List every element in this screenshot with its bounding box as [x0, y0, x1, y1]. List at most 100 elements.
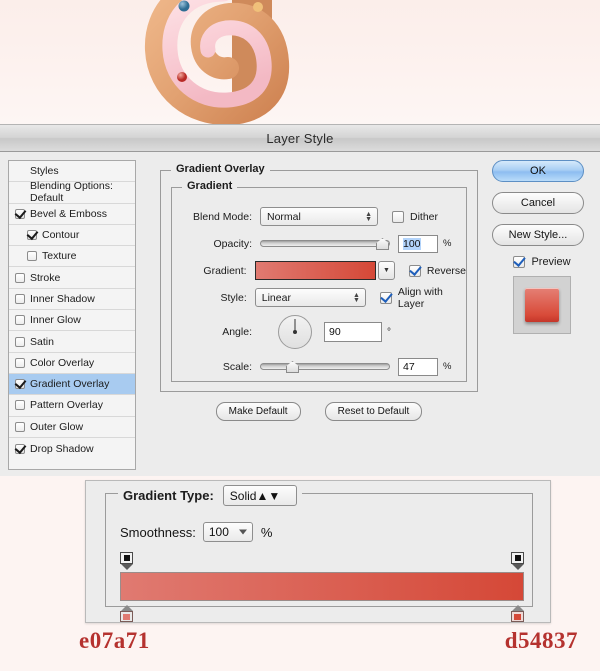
blend-mode-select[interactable]: Normal ▲ ▼ — [260, 207, 378, 226]
angle-dial[interactable] — [278, 315, 312, 349]
sidebar-item-contour[interactable]: Contour — [9, 225, 135, 247]
checkbox-icon[interactable] — [513, 256, 526, 268]
gradient-swatch[interactable] — [254, 261, 376, 280]
checkbox-icon[interactable] — [27, 230, 37, 241]
sidebar-item-label: Satin — [30, 335, 54, 348]
ok-button[interactable]: OK — [492, 160, 584, 182]
style-select[interactable]: Linear ▲ ▼ — [254, 288, 366, 307]
gradient-type-label: Gradient Type: — [123, 488, 214, 503]
reverse-checkbox-row[interactable]: Reverse — [408, 264, 466, 277]
sidebar-item-drop-shadow[interactable]: Drop Shadow — [9, 438, 135, 459]
style-label: Style: — [220, 291, 247, 304]
sidebar-item-pattern-overlay[interactable]: Pattern Overlay — [9, 395, 135, 417]
reverse-label: Reverse — [426, 264, 466, 277]
checkbox-icon[interactable] — [15, 357, 25, 368]
gradient-type-select[interactable]: Solid ▲▼ — [222, 485, 297, 506]
sidebar-item-label: Contour — [42, 229, 80, 242]
smoothness-label: Smoothness: — [120, 524, 196, 540]
dither-checkbox-row[interactable]: Dither — [392, 210, 439, 223]
checkbox-icon[interactable] — [15, 208, 25, 219]
checkbox-icon[interactable] — [27, 251, 37, 262]
opacity-stop-pointer-icon — [120, 564, 133, 570]
dialog-title: Layer Style — [266, 130, 334, 146]
sidebar-item-inner-shadow[interactable]: Inner Shadow — [9, 289, 135, 311]
cookie-letter-q-illustration — [112, 0, 342, 125]
blend-mode-label: Blend Mode: — [193, 210, 252, 223]
checkbox-icon[interactable] — [15, 272, 25, 283]
layer-style-dialog: Layer Style Styles Blending Options: Def… — [0, 124, 600, 476]
checkbox-icon[interactable] — [15, 315, 25, 326]
smoothness-select[interactable]: 100 — [202, 522, 253, 542]
chevron-down-icon[interactable]: ▼ — [377, 261, 395, 280]
angle-row: Angle: 90 ° — [172, 312, 466, 352]
align-with-layer-checkbox-row[interactable]: Align with Layer — [379, 286, 466, 310]
checkbox-icon[interactable] — [15, 379, 25, 390]
sidebar-item-bevel-emboss[interactable]: Bevel & Emboss — [9, 204, 135, 225]
checkbox-icon[interactable] — [15, 400, 25, 411]
dial-hub-icon — [293, 330, 297, 334]
sidebar-item-label: Outer Glow — [30, 420, 84, 433]
color-stop-right[interactable] — [511, 605, 524, 622]
opacity-unit: % — [443, 238, 452, 249]
opacity-row: Opacity: 100 % — [172, 231, 466, 256]
checkbox-icon[interactable] — [392, 210, 404, 223]
checkbox-icon[interactable] — [379, 291, 392, 304]
opacity-stop-left[interactable] — [120, 552, 133, 570]
checkbox-icon[interactable] — [15, 421, 25, 432]
gradient-fieldset: Gradient Blend Mode: Normal ▲ ▼ Dither O… — [171, 180, 467, 382]
dither-label: Dither — [410, 210, 439, 223]
sidebar-item-color-overlay[interactable]: Color Overlay — [9, 353, 135, 374]
smoothness-unit: % — [260, 524, 273, 540]
make-default-button[interactable]: Make Default — [215, 402, 301, 421]
style-row: Style: Linear ▲ ▼ Align with Layer — [172, 285, 466, 310]
scale-input[interactable]: 47 — [398, 357, 438, 376]
opacity-slider[interactable] — [260, 234, 390, 253]
dialog-titlebar[interactable]: Layer Style — [0, 125, 600, 152]
sidebar-item-label: Stroke — [30, 271, 61, 284]
checkbox-icon[interactable] — [15, 293, 25, 304]
sidebar-item-satin[interactable]: Satin — [9, 331, 135, 353]
opacity-stop-body — [120, 552, 133, 564]
sidebar-item-label: Drop Shadow — [30, 442, 94, 455]
preview-checkbox-row[interactable]: Preview — [492, 256, 592, 268]
styles-sidebar[interactable]: Styles Blending Options: Default Bevel &… — [8, 160, 136, 470]
sidebar-item-gradient-overlay[interactable]: Gradient Overlay — [9, 373, 135, 396]
gradient-overlay-legend: Gradient Overlay — [171, 163, 270, 175]
sidebar-item-label: Styles — [30, 165, 59, 178]
default-buttons-row: Make Default Reset to Default — [160, 402, 478, 421]
artwork-banner — [0, 0, 600, 125]
sidebar-item-styles[interactable]: Styles — [9, 161, 135, 183]
new-style-button[interactable]: New Style... — [492, 224, 584, 246]
reset-to-default-button[interactable]: Reset to Default — [324, 402, 423, 421]
checkbox-icon[interactable] — [15, 336, 25, 347]
smoothness-value: 100 — [208, 525, 229, 539]
sidebar-item-outer-glow[interactable]: Outer Glow — [9, 417, 135, 438]
angle-input[interactable]: 90 — [324, 322, 382, 342]
chevron-updown-icon: ▲▼ — [365, 210, 372, 223]
scale-slider[interactable] — [260, 357, 390, 376]
gradient-type-legend: Gradient Type: Solid ▲▼ — [118, 485, 302, 506]
sidebar-item-inner-glow[interactable]: Inner Glow — [9, 310, 135, 332]
smoothness-row: Smoothness: 100 % — [120, 522, 272, 542]
gradient-ramp-area[interactable] — [120, 552, 524, 622]
opacity-input[interactable]: 100 — [398, 234, 438, 253]
opacity-stop-pointer-icon — [511, 564, 524, 570]
opacity-stop-right[interactable] — [511, 552, 524, 570]
sidebar-item-label: Pattern Overlay — [30, 399, 103, 412]
checkbox-icon[interactable] — [15, 443, 25, 454]
sidebar-item-label: Blending Options: Default — [30, 180, 113, 205]
gradient-row: Gradient: ▼ Reverse — [172, 258, 466, 283]
cancel-button[interactable]: Cancel — [492, 192, 584, 214]
sidebar-item-texture[interactable]: Texture — [9, 246, 135, 268]
color-stop-body — [120, 611, 133, 622]
scale-label: Scale: — [222, 360, 252, 373]
color-stop-left[interactable] — [120, 605, 133, 622]
sidebar-item-stroke[interactable]: Stroke — [9, 267, 135, 289]
preview-shape — [525, 288, 559, 322]
gradient-editor-panel: Gradient Type: Solid ▲▼ Smoothness: 100 … — [85, 480, 551, 623]
gradient-ramp[interactable] — [120, 572, 524, 601]
color-stop-body — [511, 611, 524, 622]
sidebar-item-blending-options[interactable]: Blending Options: Default — [9, 180, 135, 205]
angle-value: 90 — [329, 326, 341, 338]
checkbox-icon[interactable] — [408, 264, 421, 277]
